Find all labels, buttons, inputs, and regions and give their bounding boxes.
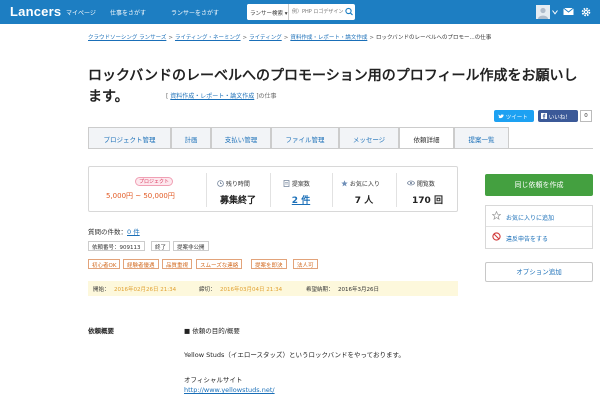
category-suffix: の仕事	[258, 93, 277, 100]
official-site-label: オフィシャルサイト	[184, 376, 243, 384]
gear-icon[interactable]	[580, 6, 592, 20]
project-type-badge: プロジェクト	[135, 177, 173, 186]
description-subheading: ■ 依頼の目的/概要	[184, 327, 240, 335]
document-icon	[283, 180, 290, 187]
breadcrumb-separator: >	[283, 35, 289, 41]
category-link[interactable]: 資料作成・レポート・論文作成	[170, 93, 254, 100]
breadcrumb-link[interactable]: クラウドソーシング ランサーズ	[88, 35, 166, 41]
tweet-label: ツイート	[505, 114, 528, 121]
favorites-count: 7 人	[354, 196, 374, 206]
tab-messages[interactable]: メッセージ	[339, 127, 399, 148]
tab-plan[interactable]: 計画	[171, 127, 211, 148]
questions-count: 質問の件数：0 件	[88, 228, 140, 236]
breadcrumb-link[interactable]: ライティング・ネーミング	[175, 35, 241, 41]
remaining-time-label: 残り時間	[217, 179, 250, 188]
avatar[interactable]	[536, 5, 550, 21]
global-header: Lancers マイページ 仕事をさがす ランサーをさがす ランサー検索 ▾	[0, 0, 600, 24]
facebook-like-button[interactable]: いいね！	[538, 110, 578, 122]
search-button[interactable]	[343, 4, 355, 20]
tab-files[interactable]: ファイル管理	[271, 127, 339, 148]
tab-request-details[interactable]: 依頼詳細	[399, 127, 454, 149]
feature-tag: 法人可	[293, 259, 318, 269]
breadcrumb-link[interactable]: ライティング	[249, 35, 282, 41]
mail-icon[interactable]	[563, 6, 574, 19]
breadcrumb-current: ロックバンドのレーベルへのプロモー...の仕事	[375, 35, 492, 41]
breadcrumb-separator: >	[369, 35, 374, 41]
breadcrumb-link[interactable]: 資料作成・レポート・論文作成	[290, 35, 367, 41]
tab-project-management[interactable]: プロジェクト管理	[88, 127, 171, 148]
job-summary: プロジェクト 5,000円 ~ 50,000円 残り時間 募集終了 提案数 2 …	[88, 166, 458, 212]
breadcrumb: クラウドソーシング ランサーズ > ライティング・ネーミング > ライティング > 資料作成…	[88, 33, 491, 41]
feature-tag: 提案を即決	[251, 259, 287, 269]
feature-tag: 品質重視	[162, 259, 193, 269]
description-heading: 依頼概要	[88, 327, 114, 335]
search-icon	[345, 7, 353, 16]
page-title: ロックバンドのレーベルへのプロモーション用のプロフィール作成をお願いします。	[88, 68, 578, 105]
tabs-divider	[88, 148, 593, 149]
tweet-button[interactable]: ツイート	[494, 110, 534, 122]
feature-tag: 経験者優遇	[123, 259, 159, 269]
like-label: いいね！	[548, 114, 571, 121]
facebook-icon	[541, 113, 547, 119]
official-site-link[interactable]: http://www.yellowstuds.net/	[184, 386, 275, 394]
search-box: ランサー検索 ▾	[247, 4, 355, 20]
action-list: お気に入りに追加 違反申告をする	[485, 205, 593, 249]
proposals-count-link[interactable]: 2 件	[270, 193, 332, 206]
schedule-bar: 開始： 2016年02月26日 21:34 締切： 2016年03月04日 21…	[88, 281, 458, 296]
chevron-down-icon[interactable]	[552, 9, 558, 17]
remaining-time-value: 募集終了	[219, 196, 256, 206]
deadline-date: 2016年03月04日 21:34	[220, 286, 283, 293]
title-category: [ 資料作成・レポート・論文作成 ]の仕事	[166, 91, 277, 100]
start-label: 開始：	[93, 286, 110, 293]
create-same-request-button[interactable]: 同じ依頼を作成	[485, 174, 593, 196]
tab-proposals[interactable]: 提案一覧	[454, 127, 509, 148]
views-label: 閲覧数	[406, 179, 435, 188]
like-count: 0	[580, 110, 592, 122]
nav-mypage[interactable]: マイページ	[66, 8, 96, 17]
search-scope-select[interactable]: ランサー検索 ▾	[247, 4, 289, 20]
views-count: 170 回	[412, 196, 443, 206]
eye-icon	[406, 180, 416, 186]
delivery-label: 希望納期：	[306, 286, 334, 293]
add-favorite-button[interactable]: お気に入りに追加	[486, 206, 592, 227]
proposal-visibility-tag: 提案非公開	[173, 241, 209, 251]
questions-link[interactable]: 0 件	[127, 228, 140, 236]
nav-find-lancers[interactable]: ランサーをさがす	[171, 8, 219, 17]
search-input[interactable]	[290, 4, 343, 20]
star-icon	[341, 180, 348, 187]
feature-tag: 初心者OK	[88, 259, 121, 269]
breadcrumb-separator: >	[168, 35, 173, 41]
star-outline-icon	[492, 211, 501, 220]
description-text: Yellow Studs（イエロースタッズ）というロックバンドをやっております。	[184, 351, 405, 359]
delivery-date: 2016年3月26日	[338, 286, 379, 293]
clock-icon	[217, 180, 224, 187]
start-date: 2016年02月26日 21:34	[114, 286, 177, 293]
breadcrumb-separator: >	[242, 35, 248, 41]
category-bracket-open: [	[166, 93, 169, 100]
prohibited-icon	[492, 232, 501, 241]
add-option-button[interactable]: オプション追加	[485, 262, 593, 282]
status-tag: 終了	[151, 241, 171, 251]
proposals-label: 提案数	[283, 179, 310, 188]
lancers-logo[interactable]: Lancers	[10, 4, 61, 19]
tab-payments[interactable]: 支払い管理	[211, 127, 271, 148]
budget-range: 5,000円 ~ 50,000円	[106, 192, 175, 200]
request-number-tag: 依頼番号：909113	[88, 241, 145, 251]
favorites-label: お気に入り	[341, 179, 380, 188]
nav-find-jobs[interactable]: 仕事をさがす	[110, 8, 146, 17]
twitter-icon	[498, 114, 504, 119]
deadline-label: 締切：	[199, 286, 216, 293]
feature-tag: スムーズな連絡	[196, 259, 243, 269]
report-violation-button[interactable]: 違反申告をする	[486, 227, 592, 248]
